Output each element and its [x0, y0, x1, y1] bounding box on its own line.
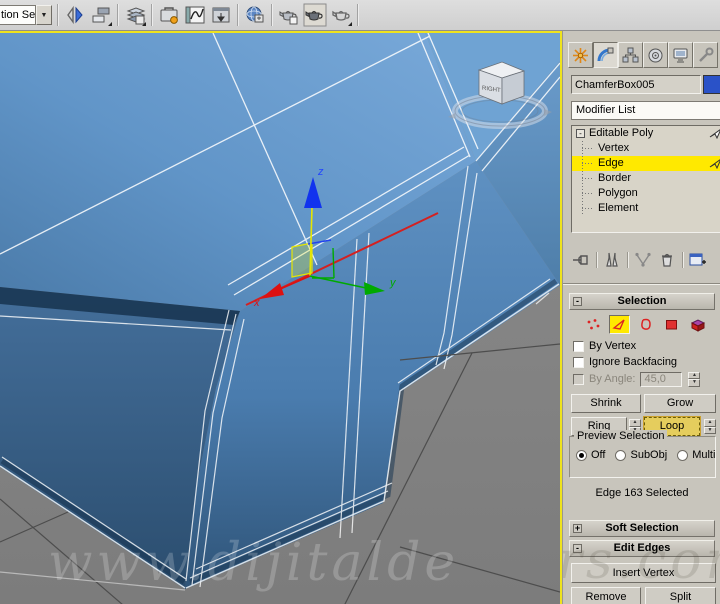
selection-status: Edge 163 Selected	[595, 487, 689, 499]
named-selection-sets-combo[interactable]: tion Se ▼	[0, 5, 52, 25]
edge-subobject-icon[interactable]	[609, 315, 630, 334]
named-selection-sets-value[interactable]: tion Se	[0, 5, 36, 25]
make-unique-icon[interactable]	[631, 250, 655, 270]
stack-row-polygon[interactable]: Polygon	[572, 186, 720, 201]
configure-modifier-sets-icon[interactable]	[686, 250, 710, 270]
material-editor-icon[interactable]	[242, 2, 268, 28]
ignore-backfacing-label: Ignore Backfacing	[589, 356, 678, 368]
object-color-swatch[interactable]	[703, 75, 720, 94]
element-subobject-icon[interactable]	[687, 315, 708, 334]
panel-separator	[563, 283, 720, 285]
toolbar-separator	[237, 4, 239, 26]
viewport-scene: z x y RIGHT	[0, 33, 560, 604]
rendered-frame-window-icon[interactable]	[302, 2, 328, 28]
align-icon[interactable]	[88, 2, 114, 28]
layer-manager-icon[interactable]	[122, 2, 148, 28]
toolbar-separator	[271, 4, 273, 26]
graphite-modeling-icon[interactable]	[156, 2, 182, 28]
by-vertex-checkbox[interactable]	[573, 340, 584, 352]
gizmo-x-label: x	[253, 297, 260, 309]
by-vertex-label: By Vertex	[589, 340, 637, 352]
3ds-max-window: { "toolbar": { "selection_set_value": "t…	[0, 0, 720, 604]
collapse-icon[interactable]: -	[573, 297, 582, 306]
main-toolbar: tion Se ▼	[0, 0, 720, 31]
tab-display[interactable]	[668, 42, 693, 68]
preview-multi-radio[interactable]	[677, 449, 689, 461]
perspective-viewport[interactable]: z x y RIGHT www.dijitalde	[0, 31, 562, 604]
render-production-icon[interactable]	[328, 2, 354, 28]
command-panel: Modifier List -Editable Poly Vertex Edge…	[562, 31, 720, 604]
by-angle-field	[640, 371, 683, 387]
collapse-icon[interactable]: -	[573, 544, 582, 553]
tab-utilities[interactable]	[693, 42, 718, 68]
modifier-list-dropdown[interactable]: Modifier List	[571, 101, 720, 120]
stack-row-element[interactable]: Element	[572, 201, 720, 216]
border-subobject-icon[interactable]	[635, 315, 656, 334]
display-icon	[673, 48, 688, 62]
preview-selection-title: Preview Selection	[574, 430, 668, 442]
motion-icon	[648, 48, 663, 62]
stack-row-arrow-icon	[709, 129, 720, 139]
schematic-view-icon[interactable]	[208, 2, 234, 28]
insert-vertex-button[interactable]: Insert Vertex	[571, 563, 716, 583]
toolbar-separator	[117, 4, 119, 26]
vertex-subobject-icon[interactable]	[583, 315, 604, 334]
show-end-result-icon[interactable]	[600, 250, 624, 270]
modifier-stack: - Editable Poly Vertex Edge Border Polygo…	[571, 125, 720, 233]
utilities-icon	[699, 47, 714, 62]
stack-row-vertex[interactable]: Vertex	[572, 141, 720, 156]
by-angle-checkbox	[573, 373, 584, 385]
expand-icon[interactable]: +	[573, 524, 582, 533]
preview-off-radio[interactable]	[576, 449, 587, 461]
subobject-buttons	[583, 315, 708, 334]
toolbar-separator	[357, 4, 359, 26]
polygon-subobject-icon[interactable]	[661, 315, 682, 334]
preview-selection-group: Preview Selection Off SubObj Multi	[569, 430, 716, 478]
shrink-button[interactable]: Shrink	[571, 394, 641, 413]
remove-modifier-icon[interactable]	[655, 250, 679, 270]
toolbar-separator	[57, 4, 59, 26]
soft-selection-rollout-header[interactable]: + Soft Selection	[569, 520, 715, 537]
by-angle-label: By Angle:	[589, 373, 636, 385]
pin-stack-icon[interactable]	[569, 250, 593, 270]
command-panel-tabs	[568, 42, 718, 68]
ignore-backfacing-checkbox[interactable]	[573, 356, 584, 368]
grow-button[interactable]: Grow	[644, 394, 716, 413]
tab-hierarchy[interactable]	[618, 42, 643, 68]
preview-subobj-radio[interactable]	[615, 449, 627, 461]
split-button[interactable]: Split	[645, 587, 716, 604]
collapse-icon[interactable]: -	[576, 128, 585, 138]
stack-row-border[interactable]: Border	[572, 171, 720, 186]
tab-modify[interactable]	[593, 42, 618, 68]
toolbar-separator	[151, 4, 153, 26]
loop-spinner[interactable]: ▲ ▼	[704, 419, 716, 434]
tab-create[interactable]	[568, 42, 593, 68]
stack-row-edge[interactable]: Edge	[572, 156, 720, 171]
edit-edges-rollout-header[interactable]: - Edit Edges	[569, 540, 715, 557]
curve-editor-icon[interactable]	[182, 2, 208, 28]
mirror-icon[interactable]	[62, 2, 88, 28]
gizmo-plane-handle[interactable]	[291, 242, 313, 278]
object-name-field[interactable]	[571, 75, 701, 94]
remove-button[interactable]: Remove	[571, 587, 641, 604]
render-setup-icon[interactable]	[276, 2, 302, 28]
gizmo-z-label: z	[317, 166, 324, 178]
hierarchy-icon	[622, 47, 639, 62]
stack-row-editable-poly[interactable]: - Editable Poly	[572, 126, 720, 141]
stack-row-arrow-icon	[709, 159, 720, 169]
selection-rollout-header[interactable]: - Selection	[569, 293, 715, 310]
chevron-down-icon[interactable]: ▼	[36, 5, 52, 25]
by-angle-spinner: ▲ ▼	[688, 371, 701, 387]
create-icon	[573, 47, 588, 63]
modify-icon	[597, 47, 614, 61]
tab-motion[interactable]	[643, 42, 668, 68]
